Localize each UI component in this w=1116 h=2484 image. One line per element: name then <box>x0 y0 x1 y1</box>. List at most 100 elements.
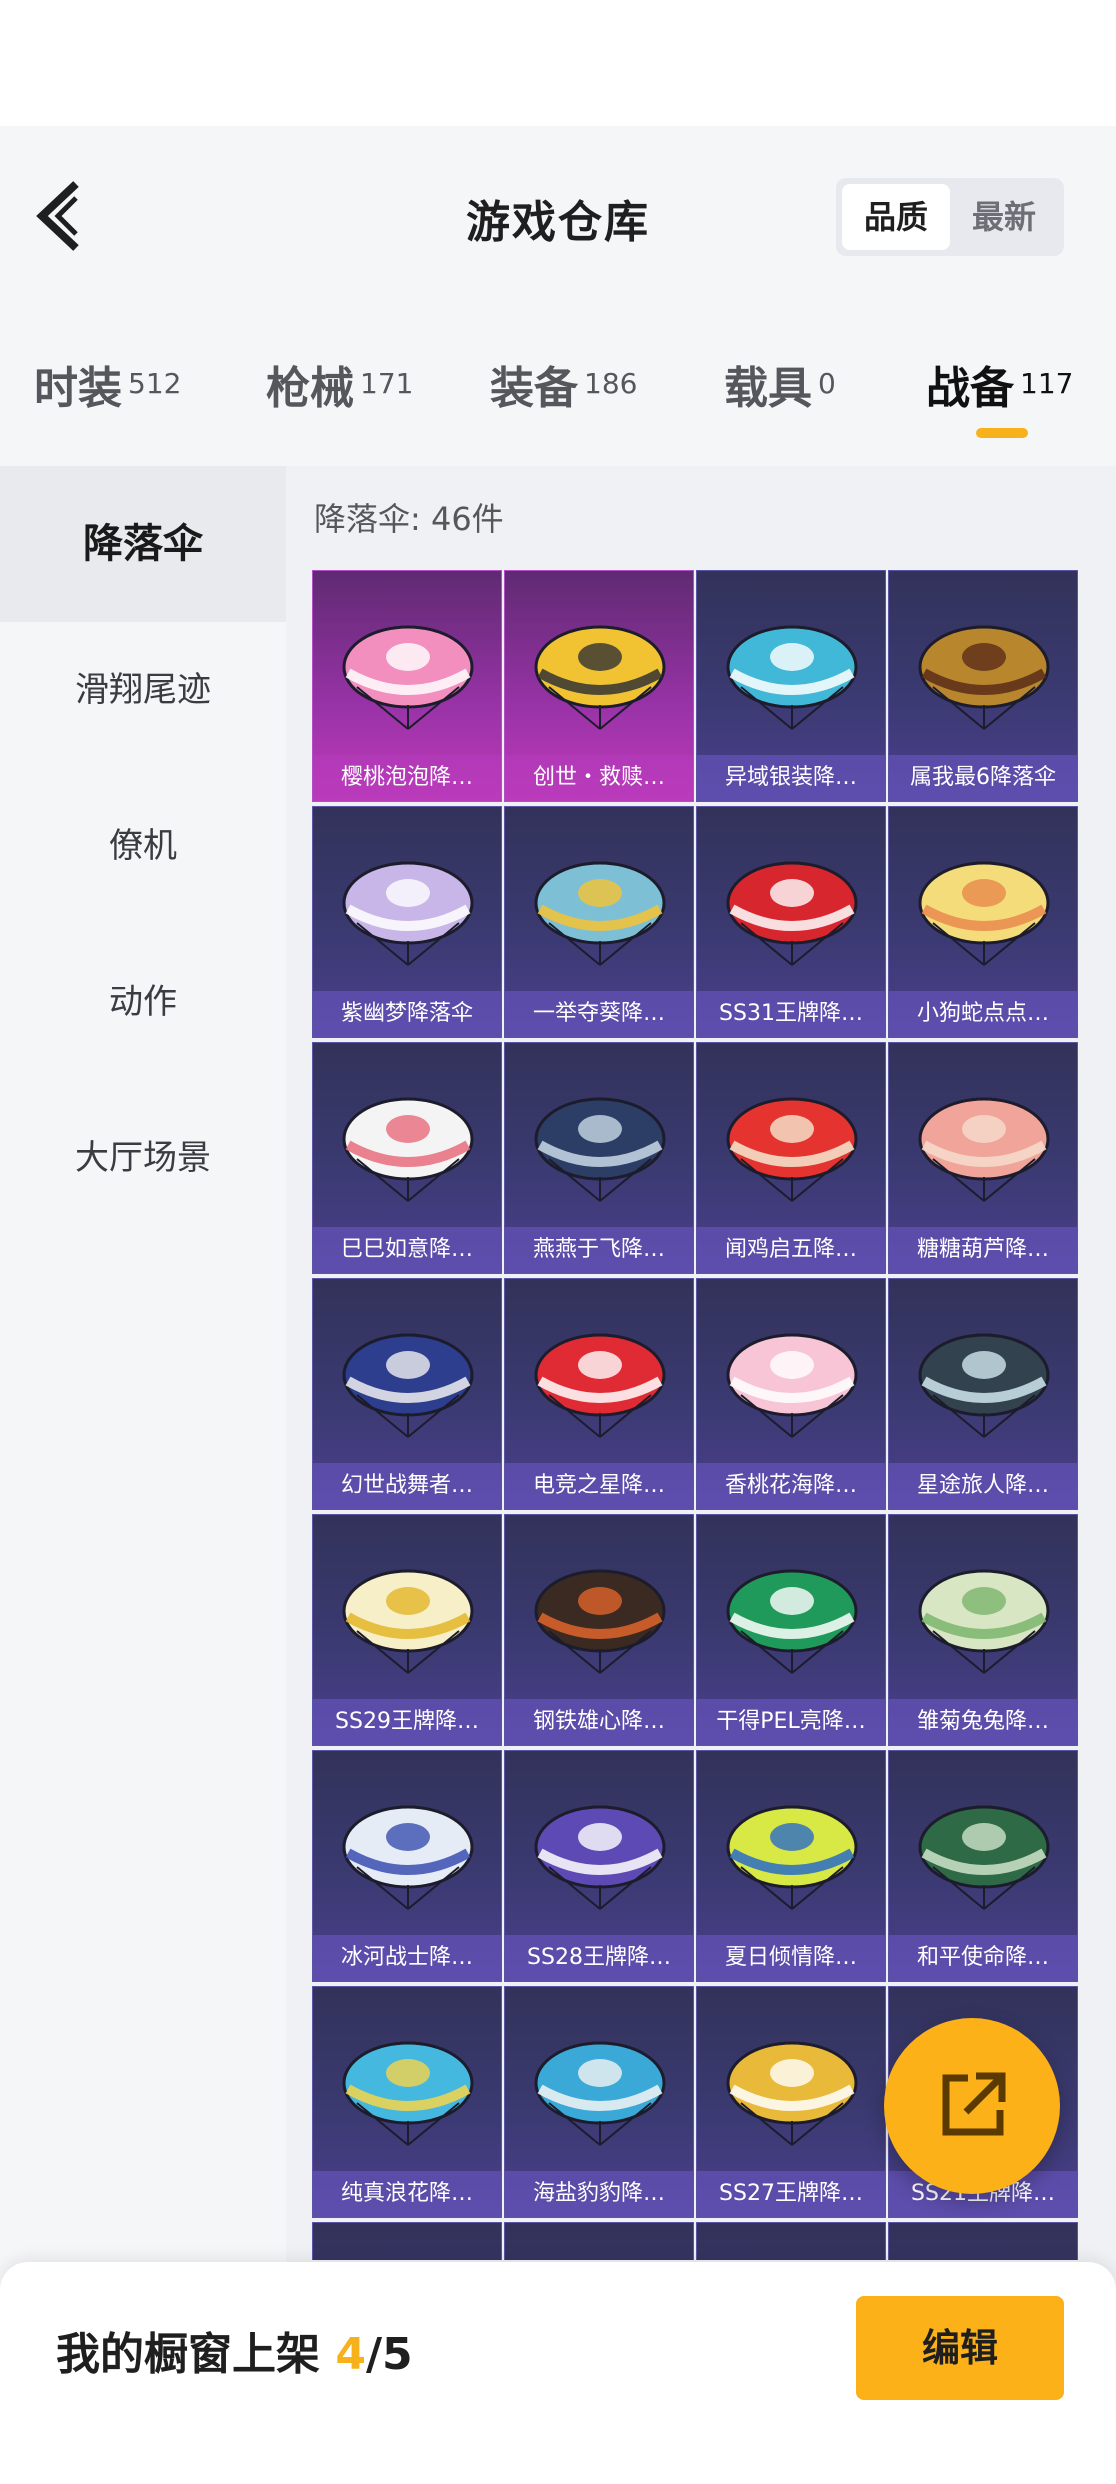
item-name: 冰河战士降… <box>313 1935 501 1981</box>
sidebar-item-lobby-scene[interactable]: 大厅场景 <box>0 1130 286 1186</box>
sidebar-item-wingman[interactable]: 僚机 <box>0 818 286 874</box>
tab-label: 战备 <box>926 363 1014 414</box>
sort-latest-button[interactable]: 最新 <box>950 184 1058 250</box>
parachute-icon <box>726 1097 858 1202</box>
tab-label: 时装 <box>34 363 122 414</box>
item-card[interactable]: 紫幽梦降落伞 <box>312 806 502 1038</box>
tab-supplies[interactable]: 战备 117 <box>926 352 1073 416</box>
item-card[interactable] <box>696 2222 886 2260</box>
parachute-icon <box>918 861 1050 966</box>
parachute-icon <box>726 625 858 730</box>
parachute-icon <box>534 2041 666 2146</box>
tab-count: 117 <box>1020 367 1074 400</box>
item-name: 巳巳如意降… <box>313 1227 501 1273</box>
parachute-icon <box>342 1569 474 1674</box>
tab-guns[interactable]: 枪械 171 <box>266 352 413 416</box>
item-card[interactable]: 小狗蛇点点… <box>888 806 1078 1038</box>
item-card[interactable]: SS27王牌降… <box>696 1986 886 2218</box>
sidebar-item-emote[interactable]: 动作 <box>0 974 286 1030</box>
item-card[interactable]: 星途旅人降… <box>888 1278 1078 1510</box>
item-card[interactable]: 夏日倾情降… <box>696 1750 886 1982</box>
item-name: 异域银装降… <box>697 755 885 801</box>
showcase-total: /5 <box>365 2329 413 2380</box>
sidebar: 降落伞 滑翔尾迹 僚机 动作 大厅场景 <box>0 466 286 2484</box>
item-card[interactable]: 燕燕于飞降… <box>504 1042 694 1274</box>
parachute-icon <box>726 1569 858 1674</box>
item-card[interactable]: 干得PEL亮降… <box>696 1514 886 1746</box>
parachute-icon <box>918 1805 1050 1910</box>
item-card[interactable]: 创世・救赎… <box>504 570 694 802</box>
item-name: 和平使命降… <box>889 1935 1077 1981</box>
parachute-icon <box>342 625 474 730</box>
share-button[interactable] <box>884 2018 1060 2194</box>
sort-toggle: 品质 最新 <box>836 178 1064 256</box>
item-card[interactable]: 电竞之星降… <box>504 1278 694 1510</box>
item-name: 香桃花海降… <box>697 1463 885 1509</box>
item-name: 钢铁雄心降… <box>505 1699 693 1745</box>
item-name: 海盐豹豹降… <box>505 2171 693 2217</box>
item-card[interactable]: 香桃花海降… <box>696 1278 886 1510</box>
item-name: SS27王牌降… <box>697 2171 885 2217</box>
item-name: 属我最6降落伞 <box>889 755 1077 801</box>
item-name: 创世・救赎… <box>505 755 693 801</box>
item-name: 雏菊兔兔降… <box>889 1699 1077 1745</box>
parachute-icon <box>534 1805 666 1910</box>
item-card[interactable] <box>312 2222 502 2260</box>
item-card[interactable]: SS28王牌降… <box>504 1750 694 1982</box>
parachute-icon <box>534 1097 666 1202</box>
parachute-icon <box>918 625 1050 730</box>
item-card[interactable]: 巳巳如意降… <box>312 1042 502 1274</box>
item-count-label: 降落伞: 46件 <box>314 500 504 538</box>
edit-button[interactable]: 编辑 <box>856 2296 1064 2400</box>
parachute-icon <box>534 1569 666 1674</box>
item-card[interactable]: SS29王牌降… <box>312 1514 502 1746</box>
item-name: 小狗蛇点点… <box>889 991 1077 1037</box>
item-card[interactable]: 雏菊兔兔降… <box>888 1514 1078 1746</box>
parachute-icon <box>342 2041 474 2146</box>
parachute-icon <box>726 1333 858 1438</box>
parachute-icon <box>726 861 858 966</box>
item-card[interactable]: 异域银装降… <box>696 570 886 802</box>
parachute-icon <box>342 861 474 966</box>
item-card[interactable] <box>504 2222 694 2260</box>
tab-label: 枪械 <box>266 363 354 414</box>
item-card[interactable]: 樱桃泡泡降… <box>312 570 502 802</box>
sidebar-item-glide-trail[interactable]: 滑翔尾迹 <box>0 662 286 718</box>
item-name: 一举夺葵降… <box>505 991 693 1037</box>
item-card[interactable]: 幻世战舞者… <box>312 1278 502 1510</box>
tab-label: 载具 <box>724 363 812 414</box>
item-name: SS28王牌降… <box>505 1935 693 1981</box>
active-tab-indicator <box>976 428 1028 438</box>
item-card[interactable]: 糖糖葫芦降… <box>888 1042 1078 1274</box>
sidebar-item-parachute[interactable]: 降落伞 <box>0 466 286 622</box>
sort-quality-button[interactable]: 品质 <box>842 184 950 250</box>
item-card[interactable]: 冰河战士降… <box>312 1750 502 1982</box>
showcase-current: 4 <box>335 2329 366 2380</box>
item-name: SS31王牌降… <box>697 991 885 1037</box>
item-card[interactable]: 纯真浪花降… <box>312 1986 502 2218</box>
item-card[interactable]: 一举夺葵降… <box>504 806 694 1038</box>
item-card[interactable]: 海盐豹豹降… <box>504 1986 694 2218</box>
item-name: 幻世战舞者… <box>313 1463 501 1509</box>
item-name: 纯真浪花降… <box>313 2171 501 2217</box>
parachute-icon <box>726 1805 858 1910</box>
parachute-icon <box>342 1805 474 1910</box>
category-tabs: 时装 512 枪械 171 装备 186 载具 0 战备 117 <box>0 340 1116 450</box>
tab-fashion[interactable]: 时装 512 <box>34 352 181 416</box>
item-card[interactable]: 钢铁雄心降… <box>504 1514 694 1746</box>
item-card[interactable]: 闻鸡启五降… <box>696 1042 886 1274</box>
item-name: 紫幽梦降落伞 <box>313 991 501 1037</box>
tab-vehicles[interactable]: 载具 0 <box>724 352 836 416</box>
parachute-icon <box>726 2041 858 2146</box>
tab-label: 装备 <box>490 363 578 414</box>
item-card[interactable]: SS31王牌降… <box>696 806 886 1038</box>
item-name: 干得PEL亮降… <box>697 1699 885 1745</box>
tab-count: 186 <box>584 367 638 400</box>
item-card[interactable] <box>888 2222 1078 2260</box>
item-name: 电竞之星降… <box>505 1463 693 1509</box>
item-card[interactable]: 属我最6降落伞 <box>888 570 1078 802</box>
item-name: SS29王牌降… <box>313 1699 501 1745</box>
item-name: 夏日倾情降… <box>697 1935 885 1981</box>
tab-equipment[interactable]: 装备 186 <box>490 352 637 416</box>
item-card[interactable]: 和平使命降… <box>888 1750 1078 1982</box>
